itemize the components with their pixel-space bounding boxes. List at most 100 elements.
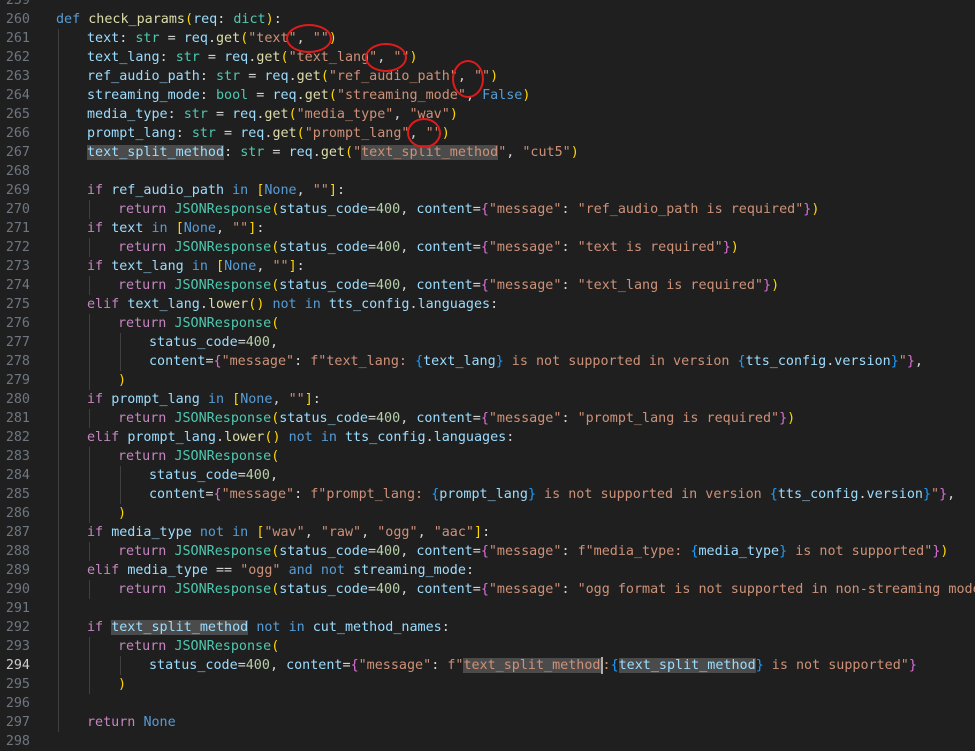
code-line[interactable]: 266 prompt_lang: str = req.get("prompt_la… — [0, 124, 975, 143]
code-token: "" — [288, 392, 305, 407]
code-token: " — [898, 354, 907, 369]
code-token: ) — [118, 373, 127, 388]
code-line[interactable]: 288 return JSONResponse(status_code=400, … — [0, 542, 975, 561]
code-text: ) — [118, 675, 126, 694]
code-line[interactable]: 292 if text_split_method not in cut_metho… — [0, 618, 975, 637]
code-token: { — [415, 354, 424, 369]
code-token: ) — [118, 506, 127, 521]
indent-guide — [58, 295, 59, 314]
code-line[interactable]: 280 if prompt_lang in [None, ""]: — [0, 390, 975, 409]
code-token: { — [480, 278, 489, 293]
code-line[interactable]: 290 return JSONResponse(status_code=400, … — [0, 580, 975, 599]
code-token: "ogg format is not supported in non-stre… — [577, 582, 975, 597]
code-line[interactable]: 283 return JSONResponse( — [0, 447, 975, 466]
line-number: 296 — [5, 696, 30, 711]
code-token: is not supported" — [763, 658, 909, 673]
code-line[interactable]: 272 return JSONResponse(status_code=400, … — [0, 238, 975, 257]
indent-guide — [89, 352, 90, 371]
code-line[interactable]: 267 text_split_method: str = req.get("tex… — [0, 143, 975, 162]
code-line[interactable]: 270 return JSONResponse(status_code=400, … — [0, 200, 975, 219]
indent-guide — [58, 390, 59, 409]
code-token: ) — [441, 126, 450, 141]
code-line[interactable]: 274 return JSONResponse(status_code=400, … — [0, 276, 975, 295]
code-token: ref_audio_path — [111, 183, 225, 198]
code-text: if media_type not in ["wav", "raw", "ogg… — [87, 523, 490, 542]
code-text: if text_lang in [None, ""]: — [87, 257, 305, 276]
code-token: : — [199, 88, 216, 103]
code-line[interactable]: 278 content={"message": f"text_lang: {tex… — [0, 352, 975, 371]
code-text: content={"message": f"text_lang: {text_l… — [149, 352, 923, 371]
code-token: = — [205, 487, 214, 502]
code-token: and — [288, 563, 313, 578]
code-token: if — [87, 221, 104, 236]
line-number: 297 — [5, 715, 30, 730]
code-token: "" — [393, 50, 410, 65]
code-line[interactable]: 296 — [0, 694, 975, 713]
code-line[interactable]: 286) — [0, 504, 975, 523]
code-token: lower — [207, 297, 249, 312]
code-token: content — [416, 411, 473, 426]
code-text: media_type: str = req.get("media_type", … — [87, 105, 458, 124]
code-line[interactable]: 298 — [0, 732, 975, 751]
code-token: text_split_method — [87, 145, 225, 160]
code-line[interactable]: 287 if media_type not in ["wav", "raw", "… — [0, 523, 975, 542]
code-token: ( — [271, 316, 280, 331]
indent-guide — [58, 48, 59, 67]
code-token: "" — [232, 221, 249, 236]
code-line[interactable]: 281 return JSONResponse(status_code=400, … — [0, 409, 975, 428]
indent-guide — [58, 561, 59, 580]
code-token: : — [561, 202, 578, 217]
code-text: if ref_audio_path in [None, ""]: — [87, 181, 345, 200]
indent-guide — [120, 352, 121, 371]
code-token: , — [465, 88, 483, 103]
code-line[interactable]: 289 elif media_type == "ogg" and not stre… — [0, 561, 975, 580]
code-line[interactable]: 259 — [0, 0, 975, 10]
code-token: ) — [730, 240, 739, 255]
indent-guide — [58, 352, 59, 371]
code-line[interactable]: 268 — [0, 162, 975, 181]
code-line[interactable]: 276 return JSONResponse( — [0, 314, 975, 333]
code-line[interactable]: 295) — [0, 675, 975, 694]
code-token: = — [472, 278, 481, 293]
code-token: : — [273, 12, 282, 27]
code-token: { — [480, 544, 489, 559]
code-line[interactable]: 265 media_type: str = req.get("media_type… — [0, 105, 975, 124]
code-line[interactable]: 297 return None — [0, 713, 975, 732]
code-line[interactable]: 269 if ref_audio_path in [None, ""]: — [0, 181, 975, 200]
code-editor[interactable]: 259 260 def check_params(req: dict): 261 tex… — [0, 0, 975, 751]
code-line[interactable]: 260 def check_params(req: dict): — [0, 10, 975, 29]
code-token: not — [199, 525, 225, 540]
code-line[interactable]: 282 elif prompt_lang.lower() not in tts_c… — [0, 428, 975, 447]
code-line[interactable]: 271 if text in [None, ""]: — [0, 219, 975, 238]
code-line[interactable]: 264 streaming_mode: bool = req.get("strea… — [0, 86, 975, 105]
code-token: content — [416, 582, 473, 597]
code-token: " — [353, 145, 362, 160]
code-line[interactable]: 284 status_code=400, — [0, 466, 975, 485]
code-token: = — [472, 240, 481, 255]
code-line[interactable]: 293 return JSONResponse( — [0, 637, 975, 656]
code-line[interactable]: 263 ref_audio_path: str = req.get("ref_au… — [0, 67, 975, 86]
code-line[interactable]: 275 elif text_lang.lower() not in tts_con… — [0, 295, 975, 314]
code-line[interactable]: 294 status_code=400, content={"message": … — [0, 656, 975, 675]
code-token: req — [288, 145, 313, 160]
code-text: prompt_lang: str = req.get("prompt_lang"… — [87, 124, 450, 143]
code-token: = — [207, 107, 233, 122]
code-text: content={"message": f"prompt_lang: {prom… — [149, 485, 955, 504]
code-token: "text" — [248, 31, 297, 46]
code-line[interactable]: 262 text_lang: str = req.get("text_lang",… — [0, 48, 975, 67]
indent-guide — [89, 637, 90, 656]
code-line[interactable]: 291 — [0, 599, 975, 618]
code-text: elif text_lang.lower() not in tts_config… — [87, 295, 498, 314]
code-line[interactable]: 273 if text_lang in [None, ""]: — [0, 257, 975, 276]
code-token: . — [858, 487, 867, 502]
code-line[interactable]: 277 status_code=400, — [0, 333, 975, 352]
code-line[interactable]: 279) — [0, 371, 975, 390]
code-token: return — [118, 316, 167, 331]
code-line[interactable]: 285 content={"message": f"prompt_lang: {p… — [0, 485, 975, 504]
code-line[interactable]: 261 text: str = req.get("text", "") — [0, 29, 975, 48]
code-token: , — [272, 392, 289, 407]
code-token: , — [296, 31, 313, 46]
indent-guide — [58, 542, 59, 561]
